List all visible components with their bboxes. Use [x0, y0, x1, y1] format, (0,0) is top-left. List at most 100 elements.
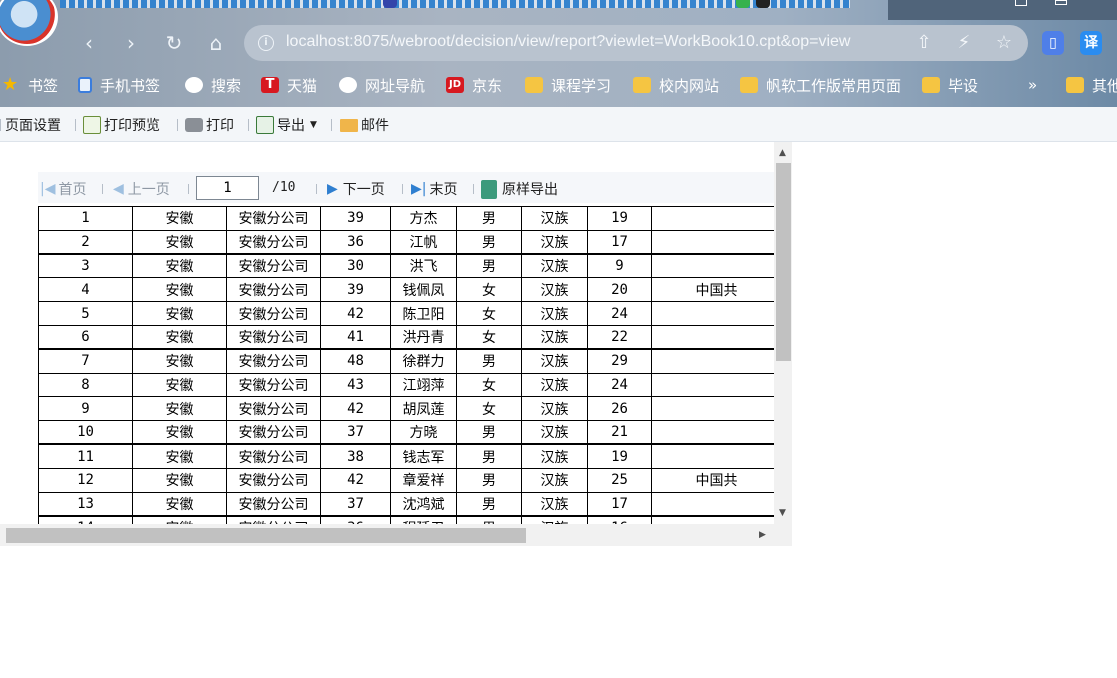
home-icon[interactable]: ⌂: [203, 30, 229, 56]
bookmark-item[interactable]: T 天猫: [261, 74, 317, 96]
table-cell: 方杰: [390, 206, 457, 231]
toolbar-separator: [75, 119, 76, 131]
table-cell: 汉族: [521, 396, 588, 422]
table-cell: 中国共: [651, 277, 782, 303]
info-icon[interactable]: i: [258, 35, 274, 51]
star-icon: ★: [2, 74, 19, 95]
table-cell: 37: [320, 491, 391, 517]
bookmark-item[interactable]: 毕设: [922, 74, 978, 96]
bookmark-item[interactable]: 课程学习: [525, 74, 611, 96]
bookmark-item[interactable]: JD 京东: [446, 74, 502, 96]
table-cell: 胡凤莲: [390, 396, 457, 422]
table-cell: 安徽: [132, 348, 227, 374]
table-cell: 安徽分公司: [226, 420, 321, 445]
next-page-button[interactable]: ▶ 下一页: [327, 179, 385, 199]
export-dropdown[interactable]: 导出 ▼: [256, 115, 317, 135]
bookmark-item[interactable]: 搜索: [185, 74, 241, 96]
tab-favicon-icon[interactable]: [736, 0, 750, 8]
minimize-icon[interactable]: [1015, 0, 1027, 6]
page-number-input[interactable]: [196, 176, 259, 200]
table-cell: 安徽: [132, 206, 227, 231]
table-cell: 安徽分公司: [226, 348, 321, 374]
jd-icon: JD: [446, 77, 464, 93]
last-page-button[interactable]: ▶| 末页: [411, 179, 457, 199]
table-row: 3 安徽 安徽分公司 30 洪飞男汉族 9: [38, 253, 782, 279]
table-cell: 男: [456, 253, 522, 279]
share-icon[interactable]: ⇧: [912, 31, 936, 55]
print-button[interactable]: 打印: [185, 115, 234, 135]
bookmark-item[interactable]: 手机书签: [78, 74, 160, 96]
toolbar-separator: [331, 119, 332, 131]
pager-separator: [473, 184, 474, 194]
table-cell: 安徽分公司: [226, 467, 321, 493]
table-cell: [651, 229, 782, 255]
table-cell: 汉族: [521, 467, 588, 493]
bookmark-label: 天猫: [287, 76, 318, 95]
table-cell: 男: [456, 420, 522, 445]
tab-strip[interactable]: [60, 0, 850, 8]
url-text[interactable]: localhost:8075/webroot/decision/view/rep…: [286, 33, 850, 51]
bookmark-item[interactable]: 帆软工作版常用页面: [740, 74, 901, 96]
table-cell: 安徽: [132, 253, 227, 279]
bookmark-item[interactable]: 校内网站: [633, 74, 719, 96]
maximize-icon[interactable]: [1055, 0, 1067, 5]
tmall-icon: T: [261, 77, 279, 93]
bookmark-item[interactable]: 网址导航: [339, 74, 425, 96]
bookmark-item[interactable]: ★ 书签: [2, 74, 58, 96]
folder-icon: [922, 77, 940, 93]
folder-icon: [1066, 77, 1084, 93]
page-setup-button[interactable]: 页面设置: [5, 115, 61, 135]
bookmark-item[interactable]: 其他: [1066, 74, 1117, 96]
table-cell: 安徽: [132, 491, 227, 517]
table-cell: 20: [587, 277, 652, 303]
favorite-star-icon[interactable]: ☆: [992, 31, 1016, 55]
lightning-icon[interactable]: ⚡: [952, 31, 976, 55]
report-viewport: |◀ 首页 ◀ 上一页 /10 ▶ 下一页 ▶| 末页 原样导出: [0, 142, 792, 546]
table-cell: 洪飞: [390, 253, 457, 279]
table-cell: 36: [320, 229, 391, 255]
bookmarks-overflow-button[interactable]: »: [1028, 74, 1037, 96]
forward-icon[interactable]: ›: [118, 30, 144, 56]
scroll-right-icon[interactable]: ▶: [759, 530, 766, 540]
extension-icon[interactable]: ▯: [1042, 31, 1064, 55]
table-cell: 汉族: [521, 324, 588, 350]
scroll-down-icon[interactable]: ▼: [779, 508, 786, 518]
horizontal-scroll-thumb[interactable]: [6, 528, 526, 543]
table-cell: 汉族: [521, 443, 588, 469]
prev-page-button[interactable]: ◀ 上一页: [113, 179, 170, 199]
first-page-button[interactable]: |◀ 首页: [40, 179, 86, 199]
prev-page-icon: ◀: [113, 181, 124, 197]
table-cell: 男: [456, 229, 522, 255]
reload-icon[interactable]: ↻: [161, 30, 187, 56]
table-cell: 安徽: [132, 396, 227, 422]
vertical-scroll-thumb[interactable]: [776, 163, 791, 361]
translate-extension-icon[interactable]: 译: [1080, 31, 1102, 55]
table-cell: 男: [456, 467, 522, 493]
table-cell: 安徽: [132, 372, 227, 398]
table-cell: 安徽分公司: [226, 372, 321, 398]
tab-favicon-icon[interactable]: [383, 0, 397, 8]
next-page-icon: ▶: [327, 181, 338, 197]
back-icon[interactable]: ‹: [76, 30, 102, 56]
print-preview-button[interactable]: 打印预览: [83, 115, 160, 135]
table-cell: 汉族: [521, 229, 588, 255]
table-row: 7 安徽 安徽分公司 48 徐群力男汉族 29: [38, 348, 782, 374]
bookmark-label: 书签: [28, 76, 59, 95]
tab-favicon-icon[interactable]: [756, 0, 770, 8]
bookmark-label: 搜索: [211, 76, 242, 95]
mail-button[interactable]: 邮件: [340, 115, 389, 135]
table-cell: 22: [587, 324, 652, 350]
mail-label: 邮件: [361, 118, 389, 134]
pager-separator: [102, 184, 103, 194]
table-cell: 48: [320, 348, 391, 374]
table-cell: [651, 324, 782, 350]
export-original-button[interactable]: 原样导出: [481, 179, 558, 199]
table-cell: 安徽: [132, 443, 227, 469]
table-cell: 钱佩凤: [390, 277, 457, 303]
table-cell: [651, 348, 782, 374]
table-cell: 江翊萍: [390, 372, 457, 398]
table-cell: 5: [38, 301, 133, 326]
table-cell: 26: [587, 396, 652, 422]
scroll-up-icon[interactable]: ▲: [779, 148, 786, 158]
table-cell: 安徽分公司: [226, 491, 321, 517]
